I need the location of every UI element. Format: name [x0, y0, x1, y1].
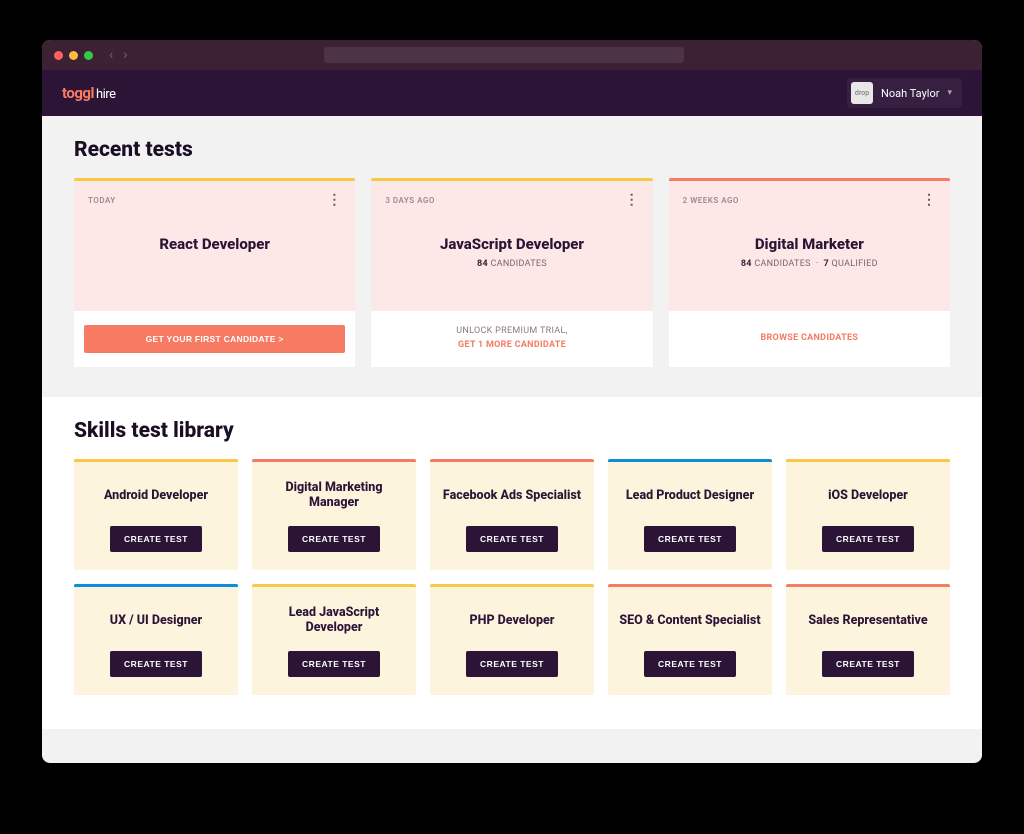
test-title: JavaScript Developer	[385, 235, 638, 253]
library-card-title: PHP Developer	[460, 603, 565, 637]
library-title: Skills test library	[74, 419, 950, 443]
library-card[interactable]: PHP Developer CREATE TEST	[430, 584, 594, 695]
create-test-button[interactable]: CREATE TEST	[288, 526, 380, 552]
logo-brand: toggl	[62, 84, 94, 102]
get-first-candidate-button[interactable]: GET YOUR FIRST CANDIDATE >	[84, 325, 345, 353]
library-grid: Android Developer CREATE TEST Digital Ma…	[74, 459, 950, 695]
library-card[interactable]: SEO & Content Specialist CREATE TEST	[608, 584, 772, 695]
test-card-lower: GET YOUR FIRST CANDIDATE >	[74, 311, 355, 367]
card-accent	[608, 459, 772, 462]
library-card[interactable]: Sales Representative CREATE TEST	[786, 584, 950, 695]
library-card[interactable]: iOS Developer CREATE TEST	[786, 459, 950, 570]
window-close-icon[interactable]	[54, 51, 63, 60]
library-card[interactable]: Facebook Ads Specialist CREATE TEST	[430, 459, 594, 570]
browse-candidates-link[interactable]: BROWSE CANDIDATES	[679, 333, 940, 343]
card-accent	[608, 584, 772, 587]
kebab-menu-icon[interactable]: ⋮	[922, 193, 936, 207]
card-accent	[252, 584, 416, 587]
test-card-upper: 2 WEEKS AGO ⋮ Digital Marketer 84 CANDID…	[669, 181, 950, 311]
chevron-down-icon: ▾	[947, 88, 952, 98]
card-accent	[430, 459, 594, 462]
test-date: 3 DAYS AGO	[385, 196, 435, 205]
test-card[interactable]: 2 WEEKS AGO ⋮ Digital Marketer 84 CANDID…	[669, 178, 950, 367]
browser-chrome: ‹ ›	[42, 40, 982, 70]
card-accent	[74, 459, 238, 462]
create-test-button[interactable]: CREATE TEST	[110, 526, 202, 552]
user-name: Noah Taylor	[881, 87, 939, 100]
library-card-title: Facebook Ads Specialist	[433, 478, 591, 512]
card-accent	[74, 584, 238, 587]
test-title: Digital Marketer	[683, 235, 936, 253]
test-title: React Developer	[88, 235, 341, 253]
create-test-button[interactable]: CREATE TEST	[110, 651, 202, 677]
kebab-menu-icon[interactable]: ⋮	[625, 193, 639, 207]
library-card-title: Lead JavaScript Developer	[252, 603, 416, 637]
card-accent	[786, 584, 950, 587]
card-accent	[252, 459, 416, 462]
library-card[interactable]: Lead JavaScript Developer CREATE TEST	[252, 584, 416, 695]
window-minimize-icon[interactable]	[69, 51, 78, 60]
test-card-upper: 3 DAYS AGO ⋮ JavaScript Developer 84 CAN…	[371, 181, 652, 311]
library-card-title: Android Developer	[94, 478, 218, 512]
recent-tests-grid: TODAY ⋮ React Developer GET YOUR FIRST C…	[74, 178, 950, 367]
user-menu[interactable]: drop Noah Taylor ▾	[847, 78, 962, 108]
test-card[interactable]: TODAY ⋮ React Developer GET YOUR FIRST C…	[74, 178, 355, 367]
card-accent	[430, 584, 594, 587]
test-card-lower: UNLOCK PREMIUM TRIAL, GET 1 MORE CANDIDA…	[371, 311, 652, 365]
library-card[interactable]: UX / UI Designer CREATE TEST	[74, 584, 238, 695]
get-more-candidate-link[interactable]: GET 1 MORE CANDIDATE	[381, 340, 642, 350]
recent-tests-title: Recent tests	[74, 138, 950, 162]
library-card-title: Lead Product Designer	[616, 478, 764, 512]
library-card-title: iOS Developer	[818, 478, 918, 512]
test-card-upper: TODAY ⋮ React Developer	[74, 181, 355, 311]
nav-forward-icon[interactable]: ›	[123, 47, 127, 63]
app-header: togglhire drop Noah Taylor ▾	[42, 70, 982, 116]
create-test-button[interactable]: CREATE TEST	[644, 526, 736, 552]
create-test-button[interactable]: CREATE TEST	[466, 526, 558, 552]
nav-back-icon[interactable]: ‹	[109, 47, 113, 63]
library-card-title: SEO & Content Specialist	[609, 603, 770, 637]
library-section: Skills test library Android Developer CR…	[42, 397, 982, 729]
kebab-menu-icon[interactable]: ⋮	[327, 193, 341, 207]
content-area: Recent tests TODAY ⋮ React Developer GET…	[42, 116, 982, 763]
unlock-premium-text: UNLOCK PREMIUM TRIAL,	[381, 326, 642, 336]
create-test-button[interactable]: CREATE TEST	[644, 651, 736, 677]
test-date: TODAY	[88, 196, 116, 205]
window-maximize-icon[interactable]	[84, 51, 93, 60]
create-test-button[interactable]: CREATE TEST	[822, 651, 914, 677]
create-test-button[interactable]: CREATE TEST	[466, 651, 558, 677]
library-card[interactable]: Digital Marketing Manager CREATE TEST	[252, 459, 416, 570]
library-card[interactable]: Lead Product Designer CREATE TEST	[608, 459, 772, 570]
test-date: 2 WEEKS AGO	[683, 196, 739, 205]
logo[interactable]: togglhire	[62, 84, 115, 102]
avatar: drop	[851, 82, 873, 104]
app-window: ‹ › togglhire drop Noah Taylor ▾ Recent …	[42, 40, 982, 763]
card-accent	[786, 459, 950, 462]
library-card-title: Sales Representative	[798, 603, 937, 637]
url-bar[interactable]	[324, 47, 684, 63]
library-card-title: UX / UI Designer	[100, 603, 212, 637]
test-card-lower: BROWSE CANDIDATES	[669, 311, 950, 365]
create-test-button[interactable]: CREATE TEST	[822, 526, 914, 552]
library-card[interactable]: Android Developer CREATE TEST	[74, 459, 238, 570]
logo-product: hire	[96, 87, 116, 102]
library-card-title: Digital Marketing Manager	[252, 478, 416, 512]
test-subtext: 84 CANDIDATES	[385, 259, 638, 269]
test-card[interactable]: 3 DAYS AGO ⋮ JavaScript Developer 84 CAN…	[371, 178, 652, 367]
test-subtext: 84 CANDIDATES · 7 QUALIFIED	[683, 259, 936, 269]
create-test-button[interactable]: CREATE TEST	[288, 651, 380, 677]
